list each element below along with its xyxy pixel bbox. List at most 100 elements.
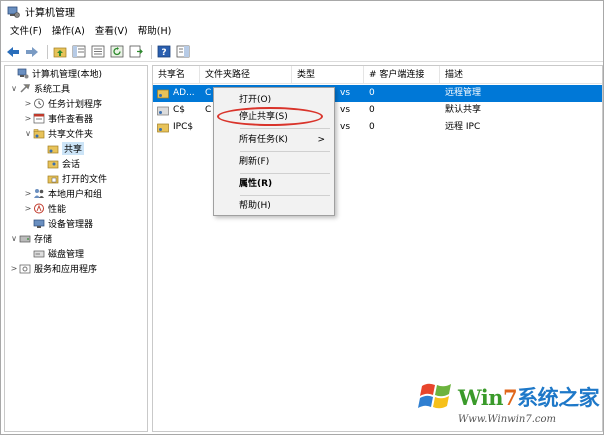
menu-view[interactable]: 查看(V) [90,24,133,40]
menu-separator [240,195,330,196]
tree-item-event-viewer[interactable]: > 事件查看器 [5,111,147,126]
menu-help[interactable]: 帮助(H) [133,24,177,40]
context-menu-properties[interactable]: 属性(R) [215,176,333,192]
tree-item-device-manager[interactable]: 设备管理器 [5,216,147,231]
watermark-brand: Win7系统之家 [458,382,600,412]
menu-action[interactable]: 操作(A) [47,24,90,40]
tree-item-label: 共享 [62,142,85,155]
tree-item-performance[interactable]: > 性能 [5,201,147,216]
tree-item-label: 计算机管理(本地) [32,70,103,80]
open-files-icon [47,173,59,184]
device-manager-icon [33,218,45,229]
chevron-down-icon[interactable]: ∨ [23,129,33,138]
tree-item-shares[interactable]: 共享 [5,141,147,156]
menu-file[interactable]: 文件(F) [5,24,47,40]
storage-icon [19,233,31,244]
menu-separator [240,173,330,174]
watermark-brand-number: 7 [502,385,518,410]
cell-client-connections: 0 [369,122,375,132]
tree-item-label: 磁盘管理 [48,250,85,260]
column-client-connections[interactable]: # 客户端连接 [364,66,440,84]
context-menu-open[interactable]: 打开(O) [215,92,333,108]
column-description[interactable]: 描述 [440,66,602,84]
console-tree: 计算机管理(本地) ∨ 系统工具 > 任务计划程序 > 事件查看器 ∨ 共享文件… [4,65,148,432]
computer-management-window: 计算机管理 文件(F) 操作(A) 查看(V) 帮助(H) ? 计算机管理(本地… [0,0,604,435]
tree-item-shared-folders[interactable]: ∨ 共享文件夹 [5,126,147,141]
clock-icon [33,98,45,109]
action-pane-icon[interactable] [175,44,191,60]
watermark-brand-rest: 系统之家 [517,385,600,410]
tree-item-storage[interactable]: ∨ 存储 [5,231,147,246]
cell-share-name: AD... [173,88,195,98]
tree-item-local-users-groups[interactable]: > 本地用户和组 [5,186,147,201]
column-label: 类型 [297,70,316,80]
sort-arrow-icon: ^ [175,68,181,75]
chevron-right-icon[interactable]: > [23,114,33,123]
title-bar: 计算机管理 [1,1,603,21]
tree-item-disk-management[interactable]: 磁盘管理 [5,246,147,261]
show-hide-tree-icon[interactable] [71,44,87,60]
column-share-name[interactable]: ^ 共享名 [153,66,200,84]
tree-item-system-tools[interactable]: ∨ 系统工具 [5,81,147,96]
cell-type: vs [340,88,351,98]
tree-item-sessions[interactable]: 会话 [5,156,147,171]
context-menu-refresh[interactable]: 刷新(F) [215,154,333,170]
performance-icon [33,203,45,214]
tree-item-task-scheduler[interactable]: > 任务计划程序 [5,96,147,111]
chevron-down-icon[interactable]: ∨ [9,84,19,93]
column-label: 描述 [445,70,464,80]
tree-item-label: 服务和应用程序 [34,265,98,275]
cell-client-connections: 0 [369,105,375,115]
context-menu-help[interactable]: 帮助(H) [215,198,333,214]
window-title: 计算机管理 [25,7,75,19]
help-icon[interactable]: ? [156,44,172,60]
chevron-right-icon[interactable]: > [23,204,33,213]
cell-client-connections: 0 [369,88,375,98]
tree-item-open-files[interactable]: 打开的文件 [5,171,147,186]
cell-share-name: IPC$ [173,122,194,132]
site-watermark: Win7系统之家 Www.Winwin7.com [416,376,604,434]
menu-bar: 文件(F) 操作(A) 查看(V) 帮助(H) [1,23,603,41]
tree-item-label: 共享文件夹 [48,130,94,140]
column-folder-path[interactable]: 文件夹路径 [200,66,292,84]
tree-item-label: 系统工具 [34,85,71,95]
cell-description: 远程管理 [445,88,482,98]
tree-item-computer-management[interactable]: 计算机管理(本地) [5,66,147,81]
tree-item-label: 设备管理器 [48,220,94,230]
menu-separator [240,128,330,129]
tree-item-label: 性能 [48,205,67,215]
tree-item-label: 事件查看器 [48,115,94,125]
cell-type: vs [340,105,351,115]
services-icon [19,263,31,274]
session-icon [47,158,59,169]
disk-icon [33,248,45,259]
shared-folder-icon [33,128,45,139]
watermark-brand-win: Win [458,385,503,410]
tree-item-label: 存储 [34,235,53,245]
forward-arrow-icon[interactable] [24,44,40,60]
tree-item-services-applications[interactable]: > 服务和应用程序 [5,261,147,276]
tools-icon [19,83,31,94]
context-menu-all-tasks[interactable]: 所有任务(K) > [215,132,333,148]
toolbar: ? [1,42,603,62]
tree-item-label: 打开的文件 [62,175,108,185]
chevron-right-icon[interactable]: > [9,264,19,273]
tree-item-label: 任务计划程序 [48,100,103,110]
chevron-right-icon[interactable]: > [23,189,33,198]
tree-item-label: 本地用户和组 [48,190,103,200]
event-viewer-icon [33,113,45,124]
svg-text:?: ? [161,48,166,58]
properties-icon[interactable] [90,44,106,60]
list-header: ^ 共享名 文件夹路径 类型 # 客户端连接 描述 [153,66,602,84]
column-type[interactable]: 类型 [292,66,364,84]
chevron-right-icon[interactable]: > [23,99,33,108]
cell-share-name: C$ [173,105,186,115]
back-arrow-icon[interactable] [5,44,21,60]
submenu-arrow-icon: > [317,135,325,145]
annotation-highlight-oval [217,107,323,126]
export-list-icon[interactable] [128,44,144,60]
chevron-down-icon[interactable]: ∨ [9,234,19,243]
refresh-icon[interactable] [109,44,125,60]
up-folder-icon[interactable] [52,44,68,60]
toolbar-separator [151,44,152,59]
